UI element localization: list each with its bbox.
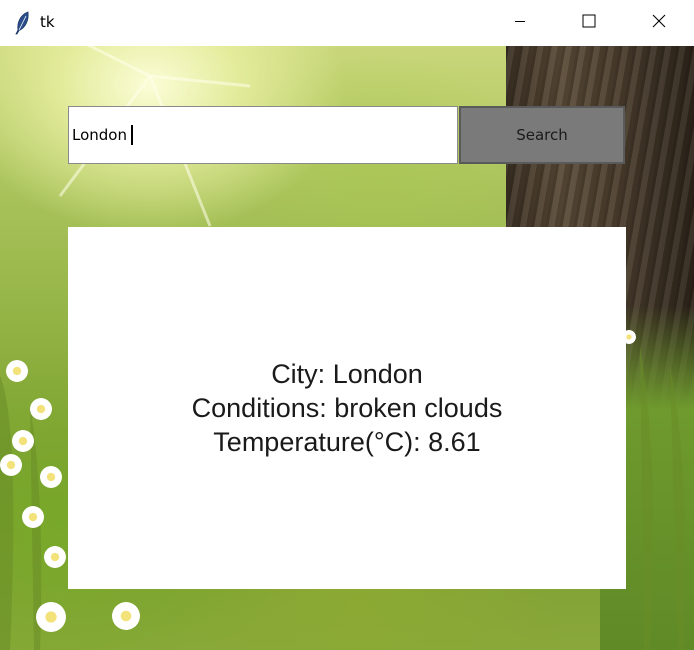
minimize-button[interactable] xyxy=(497,0,543,46)
flower xyxy=(36,602,66,632)
maximize-icon xyxy=(582,14,596,33)
search-button[interactable]: Search xyxy=(459,106,625,164)
maximize-button[interactable] xyxy=(566,0,612,46)
weather-result-panel: City: London Conditions: broken clouds T… xyxy=(68,227,626,589)
flower xyxy=(30,398,52,420)
conditions-text: Conditions: broken clouds xyxy=(191,393,503,423)
flower xyxy=(6,360,28,382)
city-text: City: London xyxy=(271,359,423,389)
flower xyxy=(0,454,22,476)
flower xyxy=(112,602,140,630)
temperature-text: Temperature(°C): 8.61 xyxy=(213,427,481,457)
feather-icon xyxy=(14,11,32,35)
flower xyxy=(22,506,44,528)
flower xyxy=(40,466,62,488)
close-button[interactable] xyxy=(636,0,682,46)
minimize-icon xyxy=(514,14,526,32)
text-caret xyxy=(131,125,133,145)
close-icon xyxy=(652,14,666,33)
window-title: tk xyxy=(40,13,55,31)
flower xyxy=(12,430,34,452)
app-window: tk London Search City: London Conditions… xyxy=(0,0,694,650)
city-search-input[interactable] xyxy=(68,106,458,164)
flower xyxy=(44,546,66,568)
title-bar[interactable]: tk xyxy=(0,0,694,46)
